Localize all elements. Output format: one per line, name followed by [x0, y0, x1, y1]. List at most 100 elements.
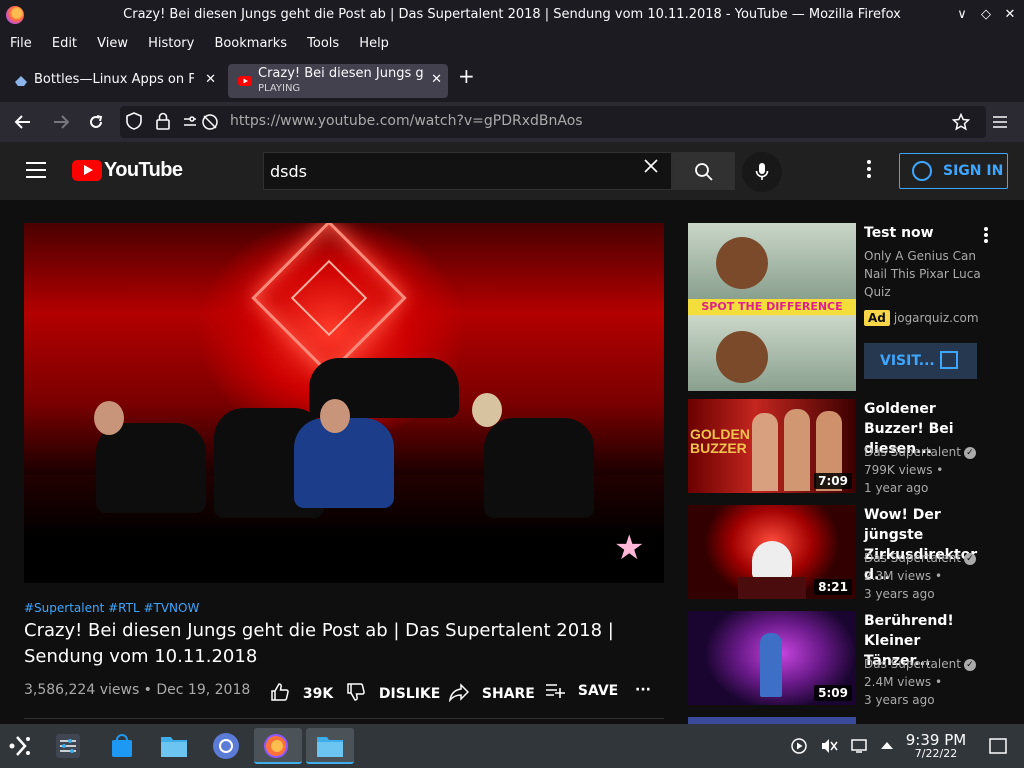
related-views: 799K views •: [864, 463, 944, 477]
related-age: 3 years ago: [864, 693, 935, 707]
tab-close-button[interactable]: ✕: [205, 72, 216, 87]
close-window-button[interactable]: ✕: [1000, 5, 1020, 25]
more-actions-button[interactable]: ···: [635, 682, 651, 698]
file-manager-window-task[interactable]: [306, 728, 354, 764]
tab-youtube[interactable]: Crazy! Bei diesen Jungs geht die Post ab…: [228, 64, 448, 98]
related-thumbnail[interactable]: GOLDEN BUZZER 7:09: [688, 399, 856, 493]
related-thumbnail[interactable]: 8:21: [688, 505, 856, 599]
network-icon[interactable]: [851, 738, 869, 754]
back-arrow-icon[interactable]: [14, 114, 32, 130]
performer-head: [94, 401, 124, 435]
minimize-button[interactable]: ∨: [952, 5, 972, 25]
volume-muted-icon[interactable]: [820, 738, 838, 754]
menu-view[interactable]: View: [97, 30, 128, 58]
chrome-task[interactable]: [208, 728, 244, 764]
like-button[interactable]: 39K: [270, 682, 333, 702]
hamburger-menu-icon[interactable]: [992, 115, 1008, 129]
related-thumbnail[interactable]: 5:09: [688, 611, 856, 705]
video-duration: 5:09: [814, 685, 852, 701]
reload-icon[interactable]: [88, 114, 104, 130]
tab-bottles[interactable]: Bottles—Linux Apps on Flathub ✕: [4, 64, 222, 98]
flathub-icon: [15, 76, 27, 86]
show-desktop-icon[interactable]: [989, 738, 1007, 754]
file-manager-task[interactable]: [156, 728, 192, 764]
video-hashtags[interactable]: #Supertalent #RTL #TVNOW: [24, 601, 199, 615]
forward-arrow-icon[interactable]: [52, 114, 70, 130]
playlist-add-icon: [546, 684, 565, 698]
sign-in-button[interactable]: SIGN IN: [899, 153, 1008, 189]
related-channel[interactable]: Das Supertalent ✓: [864, 549, 976, 567]
tray-expand-icon[interactable]: [880, 740, 894, 750]
related-age: 1 year ago: [864, 481, 929, 495]
menu-edit[interactable]: Edit: [52, 30, 77, 58]
share-button[interactable]: SHARE: [448, 682, 535, 703]
performer-head: [320, 399, 350, 433]
firefox-task[interactable]: [254, 728, 302, 764]
verified-icon: ✓: [963, 658, 976, 671]
guide-menu-icon[interactable]: [26, 162, 46, 178]
external-link-icon: [940, 351, 958, 369]
tab-bar: Bottles—Linux Apps on Flathub ✕ Crazy! B…: [0, 58, 1024, 102]
menu-history[interactable]: History: [148, 30, 194, 58]
menu-file[interactable]: File: [10, 30, 32, 58]
microphone-icon: [755, 163, 769, 180]
ad-more-icon[interactable]: [983, 226, 989, 244]
related-thumbnail[interactable]: [688, 717, 856, 724]
more-options-icon[interactable]: [866, 159, 872, 179]
folder-icon: [161, 737, 187, 757]
video-player[interactable]: ★: [24, 223, 664, 583]
views-and-date: 3,586,224 views • Dec 19, 2018: [24, 682, 251, 698]
search-input[interactable]: [263, 152, 672, 190]
shield-icon[interactable]: [126, 112, 142, 130]
clear-search-icon[interactable]: [644, 159, 658, 173]
taskbar: [0, 724, 1024, 768]
menu-tools[interactable]: Tools: [307, 30, 339, 58]
share-icon: [448, 683, 470, 703]
shopping-bag-icon: [112, 734, 132, 757]
related-views: 2.4M views •: [864, 675, 943, 689]
ad-description: Only A Genius Can Nail This Pixar Luca Q…: [864, 249, 981, 299]
dislike-button[interactable]: DISLIKE: [346, 682, 440, 702]
new-tab-button[interactable]: +: [458, 64, 475, 88]
bookmark-star-icon[interactable]: [952, 113, 970, 131]
search-button[interactable]: [672, 152, 735, 190]
performer: [96, 423, 206, 513]
settings-sliders-icon: [56, 734, 80, 758]
voice-search-button[interactable]: [742, 152, 782, 192]
ad-source: Ad jogarquiz.com: [864, 309, 979, 327]
search-value[interactable]: dsds: [270, 162, 307, 181]
performer-head: [472, 393, 502, 427]
url-host: https://www.youtube.com: [230, 113, 410, 129]
app-launcher-icon[interactable]: [8, 734, 34, 758]
clock-date[interactable]: 7/22/22: [900, 747, 972, 760]
verified-icon: ✓: [963, 552, 976, 565]
ad-title[interactable]: Test now: [864, 223, 984, 243]
save-button[interactable]: SAVE: [545, 682, 618, 699]
thumbnail-text: GOLDEN BUZZER: [690, 426, 750, 456]
ad-thumbnail[interactable]: SPOT THE DIFFERENCE: [688, 223, 856, 391]
lock-icon[interactable]: [156, 112, 170, 130]
tab-title: Crazy! Bei diesen Jungs geht die Post ab: [258, 66, 423, 81]
ad-badge: Ad: [864, 310, 890, 326]
youtube-logo[interactable]: YouTube: [72, 159, 183, 182]
verified-icon: ✓: [963, 446, 976, 459]
menu-bookmarks[interactable]: Bookmarks: [214, 30, 287, 58]
url-path: /watch?v=gPDRxdBnAos: [409, 113, 583, 129]
performer: [784, 409, 810, 491]
performer: [484, 418, 594, 518]
related-channel[interactable]: Das Supertalent ✓: [864, 443, 976, 461]
url-text[interactable]: https://www.youtube.com/watch?v=gPDRxdBn…: [230, 113, 583, 129]
window-title: Crazy! Bei diesen Jungs geht die Post ab…: [123, 7, 901, 22]
tab-close-button[interactable]: ✕: [431, 72, 442, 87]
system-settings-task[interactable]: [50, 728, 86, 764]
permissions-icon[interactable]: [182, 113, 222, 131]
menu-help[interactable]: Help: [359, 30, 389, 58]
related-channel[interactable]: Das Supertalent ✓: [864, 655, 976, 673]
discover-task[interactable]: [104, 728, 140, 764]
firefox-icon: [264, 734, 288, 758]
maximize-button[interactable]: ◇: [976, 5, 996, 25]
tab-title: Bottles—Linux Apps on Flathub: [34, 72, 194, 87]
visit-button[interactable]: VISIT...: [864, 343, 977, 379]
media-player-icon[interactable]: [791, 738, 807, 754]
search-icon: [695, 163, 713, 181]
